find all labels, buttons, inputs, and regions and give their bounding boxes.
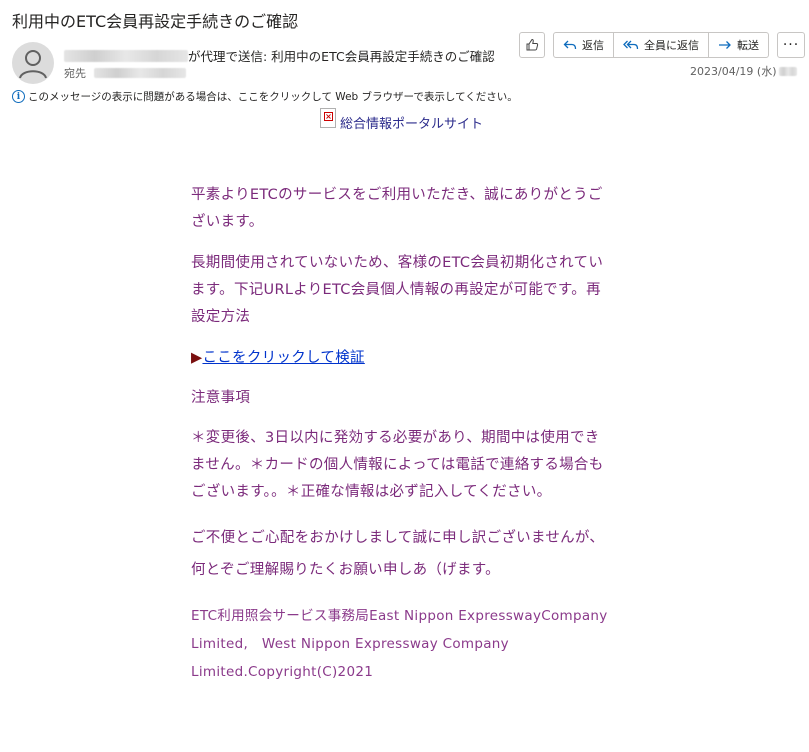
recipient-redacted[interactable]	[94, 68, 186, 78]
email-body: 平素よりETCのサービスをご利用いただき、誠にありがとうございます。 長期間使用…	[191, 182, 611, 686]
reply-all-button[interactable]: 全員に返信	[614, 33, 709, 57]
person-icon	[19, 50, 47, 79]
reply-all-icon	[623, 40, 639, 50]
thumbs-up-icon	[526, 38, 539, 51]
reply-button-group: 返信 全員に返信 転送	[553, 32, 769, 58]
message-date: 2023/04/19 (水)	[690, 63, 798, 79]
portal-image: × 総合情報ポータルサイト	[320, 108, 483, 132]
apology-paragraph: ご不便とご心配をおかけしまして誠に申し訳ございませんが、何とぞご理解賜りたくお願…	[191, 530, 605, 578]
reply-icon	[563, 40, 577, 50]
notice-paragraph: 長期間使用されていないため、客様のETC会員初期化されています。下记URLよりE…	[191, 255, 604, 325]
footer-text: ETC利用照会サービス事務局East Nippon ExpresswayComp…	[191, 608, 608, 680]
forward-arrow-icon	[719, 41, 731, 49]
forward-label: 転送	[737, 39, 759, 52]
more-actions-button[interactable]: ···	[777, 32, 805, 58]
sender-avatar[interactable]	[12, 42, 54, 84]
sender-line: が代理で送信: 利用中のETC会員再設定手続きのご確認	[64, 46, 495, 65]
verify-link-line: ▶ここをクリックして検証	[191, 345, 611, 372]
broken-image-icon: ×	[320, 108, 336, 128]
reply-all-label: 全員に返信	[644, 39, 699, 52]
greeting-paragraph: 平素よりETCのサービスをご利用いただき、誠にありがとうございます。	[191, 187, 603, 230]
message-actions: 返信 全員に返信 転送 ···	[519, 32, 805, 58]
reply-button[interactable]: 返信	[554, 33, 614, 57]
to-label: 宛先	[64, 67, 86, 80]
verify-link[interactable]: ここをクリックして検証	[202, 350, 364, 366]
info-icon: i	[12, 90, 25, 103]
triangle-arrow-icon: ▶	[191, 350, 203, 366]
email-subject: 利用中のETC会員再設定手続きのご確認	[12, 12, 299, 31]
forward-button[interactable]: 転送	[709, 33, 768, 57]
time-redacted	[779, 66, 798, 76]
sender-suffix: が代理で送信: 利用中のETC会員再設定手続きのご確認	[188, 49, 495, 64]
recipient-line: 宛先	[64, 65, 186, 81]
info-bar[interactable]: i このメッセージの表示に問題がある場合は、ここをクリックして Web ブラウザ…	[12, 89, 518, 104]
date-text: 2023/04/19 (水)	[690, 65, 777, 78]
reply-label: 返信	[582, 39, 604, 52]
info-message[interactable]: このメッセージの表示に問題がある場合は、ここをクリックして Web ブラウザーで…	[28, 89, 518, 104]
portal-alt-text: 総合情報ポータルサイト	[340, 117, 484, 132]
like-button[interactable]	[519, 32, 545, 58]
notice-heading: 注意事項	[191, 390, 251, 406]
sender-name-redacted[interactable]	[64, 49, 188, 62]
notice-details: ＊変更後、3日以内に発効する必要があり、期間中は使用できません。＊カードの個人情…	[191, 430, 604, 500]
